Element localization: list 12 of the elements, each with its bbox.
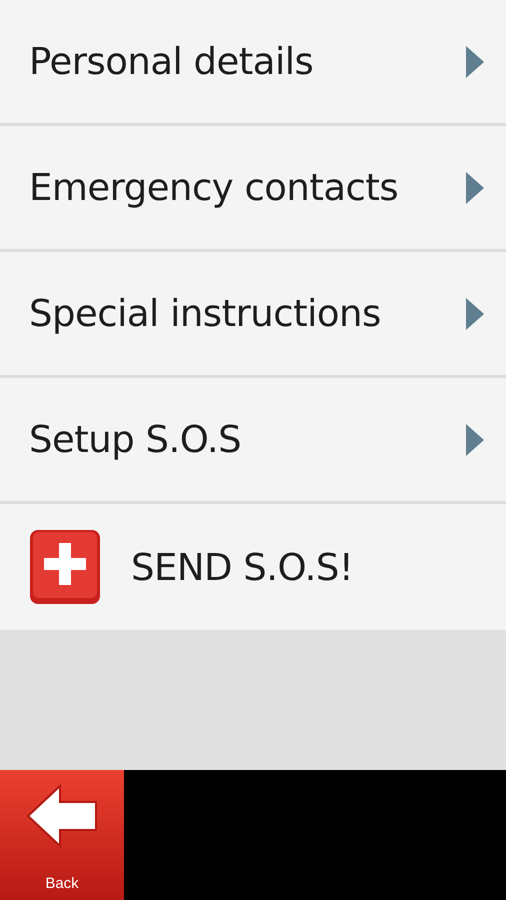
medical-cross-icon (29, 529, 101, 605)
menu-item[interactable]: Personal details (0, 0, 506, 126)
chevron-icon (466, 46, 484, 78)
menu-item[interactable]: Emergency contacts (0, 126, 506, 252)
arrow-left-icon (26, 784, 98, 848)
chevron-icon (466, 424, 484, 456)
back-button[interactable]: Back (0, 770, 124, 900)
menu-item[interactable]: Setup S.O.S (0, 378, 506, 504)
menu-item[interactable]: Special instructions (0, 252, 506, 378)
chevron-icon (466, 298, 484, 330)
chevron-icon (466, 172, 484, 204)
sos-button[interactable]: SEND S.O.S! (0, 504, 506, 630)
